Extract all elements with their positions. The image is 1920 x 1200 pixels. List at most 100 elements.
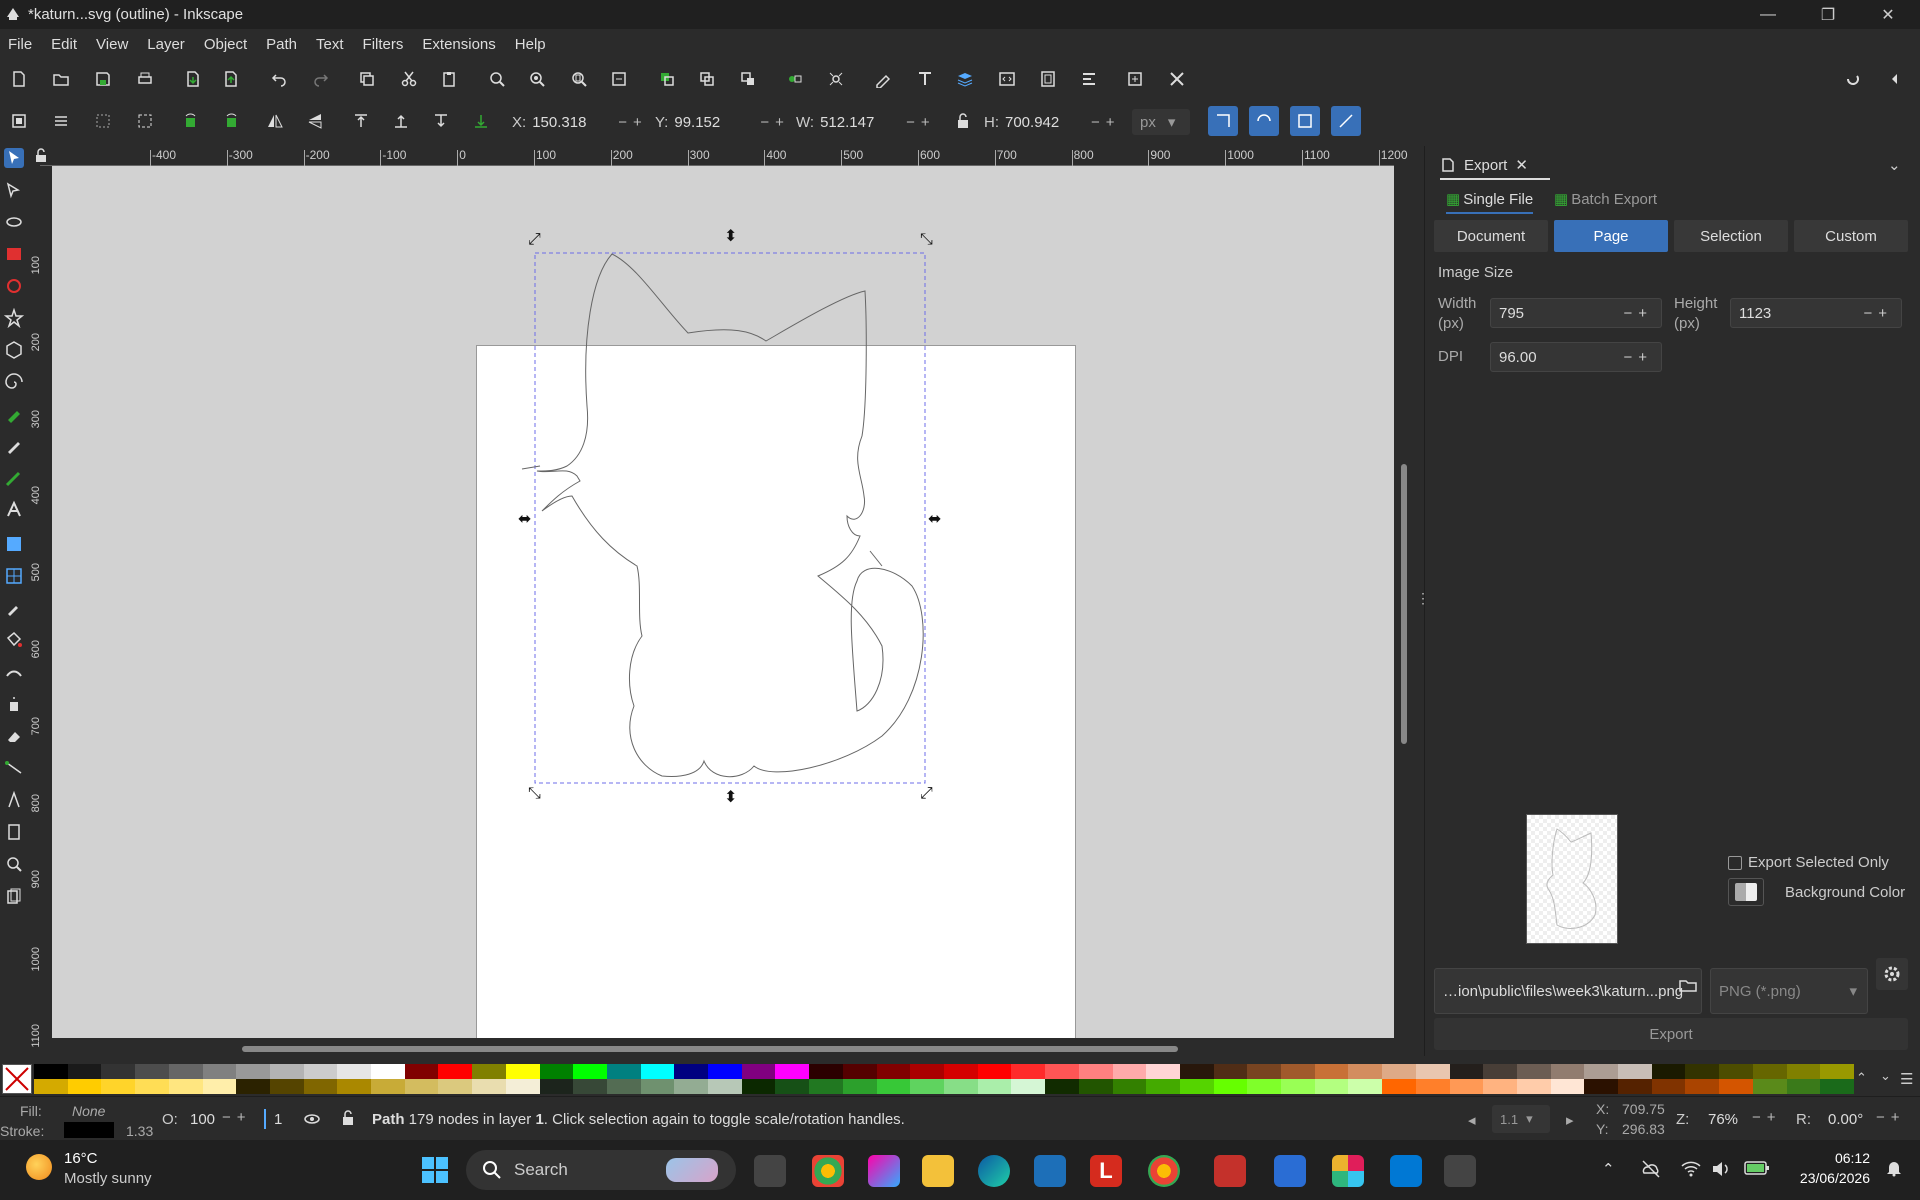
spray-tool-icon[interactable] [4, 694, 24, 714]
color-swatch[interactable] [741, 1064, 776, 1079]
color-swatch[interactable] [1584, 1064, 1619, 1079]
close-button[interactable]: ✕ [1860, 0, 1916, 29]
height-stepper[interactable]: −+ [1863, 305, 1893, 322]
preferences-icon[interactable] [1164, 66, 1190, 92]
layer-lock-icon[interactable] [340, 1109, 356, 1127]
horizontal-scroll-thumb[interactable] [242, 1046, 1178, 1052]
weather-sun-icon[interactable] [26, 1154, 52, 1180]
color-swatch[interactable] [269, 1064, 304, 1079]
handle-w[interactable]: ⬌ [518, 509, 531, 528]
background-color-button[interactable] [1728, 878, 1764, 906]
eraser-tool-icon[interactable] [4, 726, 24, 746]
selector-tool-icon[interactable] [4, 148, 24, 168]
color-swatch[interactable] [1651, 1064, 1686, 1079]
color-swatch[interactable] [34, 1064, 68, 1079]
color-swatch[interactable] [438, 1064, 473, 1079]
color-swatch[interactable] [303, 1079, 338, 1094]
snap-menu-arrow-icon[interactable] [1882, 66, 1908, 92]
layer-number[interactable]: 1 [274, 1111, 282, 1128]
clone-icon[interactable] [694, 66, 720, 92]
menu-view[interactable]: View [96, 36, 128, 53]
y-value[interactable]: 99.152 [674, 114, 754, 131]
color-swatch[interactable] [1752, 1064, 1787, 1079]
h-stepper[interactable]: −+ [1091, 114, 1121, 131]
flip-vertical-icon[interactable] [302, 108, 328, 134]
color-swatch[interactable] [1719, 1064, 1753, 1079]
zoom-stepper[interactable]: −+ [1752, 1109, 1782, 1126]
menu-filters[interactable]: Filters [363, 36, 404, 53]
node-tool-icon[interactable] [4, 180, 24, 200]
zoom-page-icon[interactable] [566, 66, 592, 92]
color-swatch[interactable] [640, 1064, 675, 1079]
edge-browser-icon[interactable] [978, 1155, 1010, 1187]
fill-value[interactable]: None [72, 1103, 105, 1119]
mesh-tool-icon[interactable] [4, 566, 24, 586]
export-button[interactable]: Export [1434, 1018, 1908, 1050]
eye-icon[interactable] [302, 1109, 322, 1129]
next-page-icon[interactable]: ▸ [1566, 1111, 1574, 1129]
color-swatch[interactable] [573, 1064, 607, 1079]
volume-icon[interactable] [1710, 1158, 1732, 1180]
color-swatch[interactable] [775, 1064, 810, 1079]
color-swatch[interactable] [404, 1064, 439, 1079]
measure-tool-icon[interactable] [4, 790, 24, 810]
color-swatch[interactable] [1651, 1079, 1686, 1094]
color-swatch[interactable] [640, 1079, 675, 1094]
xml-editor-icon[interactable] [994, 66, 1020, 92]
handle-sw[interactable]: ⤡ [528, 783, 541, 802]
move-patterns-button[interactable] [1331, 106, 1361, 136]
color-swatch[interactable] [606, 1064, 641, 1079]
color-swatch[interactable] [1618, 1064, 1652, 1079]
color-swatch[interactable] [1045, 1064, 1079, 1079]
page-tool-icon[interactable] [4, 886, 24, 906]
color-swatch[interactable] [910, 1064, 944, 1079]
batch-export-tab[interactable]: ▦ Batch Export [1554, 190, 1657, 209]
handle-ne[interactable]: ⤡ [920, 229, 933, 248]
print-icon[interactable] [132, 66, 158, 92]
color-swatch[interactable] [1820, 1064, 1854, 1079]
color-swatch[interactable] [1618, 1079, 1652, 1094]
color-swatch[interactable] [842, 1079, 877, 1094]
swatch-grid[interactable] [34, 1064, 1854, 1094]
page-select[interactable]: 1.1 ▾ [1492, 1105, 1550, 1133]
color-swatch[interactable] [1281, 1079, 1315, 1094]
color-swatch[interactable] [1550, 1064, 1585, 1079]
color-swatch[interactable] [708, 1079, 742, 1094]
color-swatch[interactable] [539, 1064, 574, 1079]
clock-date[interactable]: 23/06/2026 [1770, 1170, 1870, 1186]
color-swatch[interactable] [236, 1064, 270, 1079]
color-swatch[interactable] [1449, 1079, 1484, 1094]
palette-scroll-up-icon[interactable]: ⌃ [1856, 1070, 1867, 1086]
panel-resize-handle[interactable]: ⋮ [1416, 590, 1430, 610]
vscode-icon[interactable] [1390, 1155, 1422, 1187]
color-swatch[interactable] [67, 1079, 102, 1094]
select-all-icon[interactable] [6, 108, 32, 134]
width-stepper[interactable]: −+ [1623, 305, 1653, 322]
import-icon[interactable] [180, 66, 206, 92]
pencil-tool-icon[interactable] [4, 436, 24, 456]
color-swatch[interactable] [1078, 1079, 1113, 1094]
vertical-scroll-thumb[interactable] [1401, 464, 1407, 744]
rotate-ccw-icon[interactable] [178, 108, 204, 134]
color-swatch[interactable] [1078, 1064, 1113, 1079]
color-swatch[interactable] [505, 1079, 540, 1094]
palette-menu-icon[interactable]: ☰ [1900, 1070, 1913, 1088]
color-swatch[interactable] [438, 1079, 473, 1094]
file-explorer-icon[interactable] [922, 1155, 954, 1187]
color-swatch[interactable] [168, 1079, 203, 1094]
browse-folder-icon[interactable] [1678, 975, 1698, 995]
office-app-icon[interactable] [1214, 1155, 1246, 1187]
color-swatch[interactable] [34, 1079, 68, 1094]
drawing[interactable]: ⤢ ⬍ ⤡ ⬌ ⬌ ⤡ ⬍ ⤢ [52, 166, 1394, 1038]
lock-guides-icon[interactable] [33, 148, 49, 164]
color-swatch[interactable] [1719, 1079, 1753, 1094]
color-swatch[interactable] [1584, 1079, 1619, 1094]
menu-extensions[interactable]: Extensions [422, 36, 495, 53]
copy-icon[interactable] [354, 66, 380, 92]
canvas-area[interactable]: ⤢ ⬍ ⤡ ⬌ ⬌ ⤡ ⬍ ⤢ [52, 166, 1394, 1038]
x-stepper[interactable]: −+ [618, 114, 648, 131]
area-tab-custom[interactable]: Custom [1794, 220, 1908, 252]
color-swatch[interactable] [1179, 1064, 1214, 1079]
opacity-stepper[interactable]: −+ [222, 1109, 252, 1126]
3d-box-tool-icon[interactable] [4, 340, 24, 360]
